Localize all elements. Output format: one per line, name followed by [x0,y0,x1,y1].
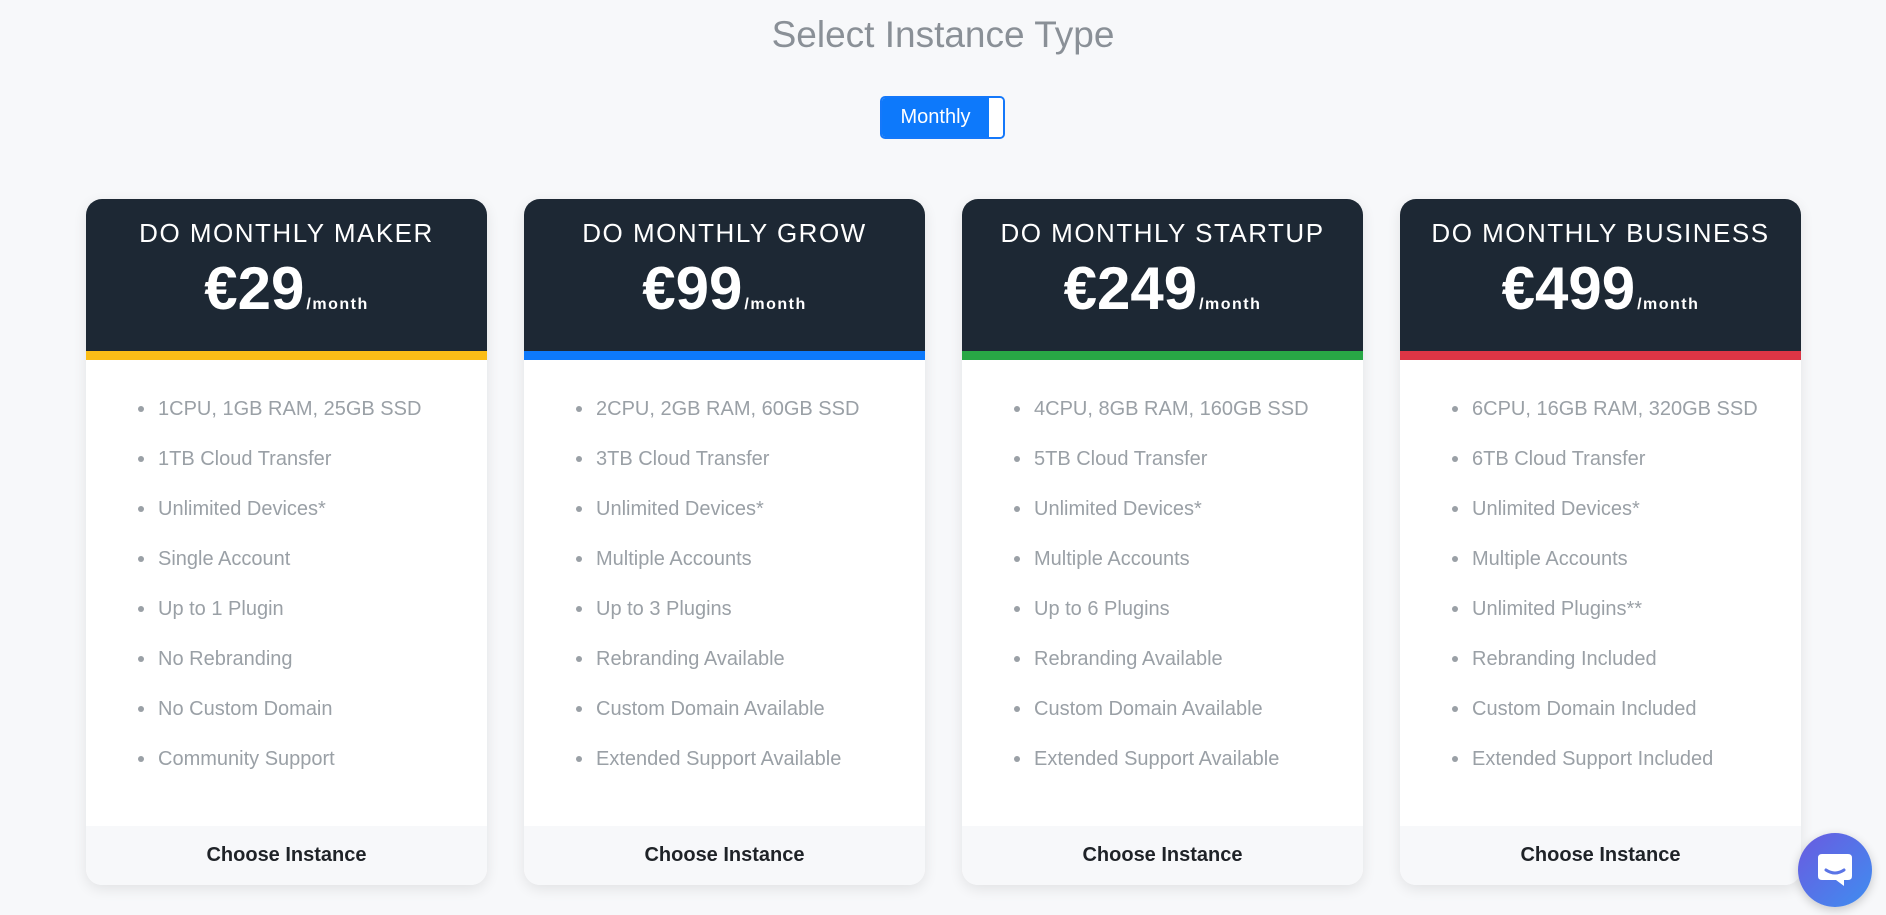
feature-item: Up to 6 Plugins [1014,597,1363,647]
chat-bubble-icon [1818,854,1852,886]
feature-item: 2CPU, 2GB RAM, 60GB SSD [576,397,925,447]
plan-price: €499 [1501,255,1636,322]
plan-cards: DO MONTHLY MAKER €29 /month 1CPU, 1GB RA… [86,199,1801,885]
price-period: /month [744,296,807,313]
feature-item: Rebranding Included [1452,647,1801,697]
plan-card-startup: DO MONTHLY STARTUP €249 /month 4CPU, 8GB… [962,199,1363,885]
feature-item: 4CPU, 8GB RAM, 160GB SSD [1014,397,1363,447]
plan-name: DO MONTHLY GROW [582,218,867,248]
pricing-page: Select Instance Type Monthly DO MONTHLY … [0,0,1886,915]
feature-item: 1TB Cloud Transfer [138,447,487,497]
feature-item: Unlimited Devices* [576,497,925,547]
feature-item: 1CPU, 1GB RAM, 25GB SSD [138,397,487,447]
feature-item: Unlimited Devices* [1452,497,1801,547]
choose-instance-button[interactable]: Choose Instance [86,826,487,885]
price-row: €99 /month [524,259,925,319]
plan-card-maker: DO MONTHLY MAKER €29 /month 1CPU, 1GB RA… [86,199,487,885]
feature-item: Multiple Accounts [1452,547,1801,597]
accent-bar [1400,351,1801,360]
feature-list: 6CPU, 16GB RAM, 320GB SSD 6TB Cloud Tran… [1400,360,1801,797]
feature-item: Up to 1 Plugin [138,597,487,647]
feature-item: 6CPU, 16GB RAM, 320GB SSD [1452,397,1801,447]
toggle-knob [989,98,1003,137]
feature-item: Multiple Accounts [576,547,925,597]
plan-price: €249 [1063,255,1198,322]
feature-list: 2CPU, 2GB RAM, 60GB SSD 3TB Cloud Transf… [524,360,925,797]
feature-item: Unlimited Devices* [138,497,487,547]
plan-header: DO MONTHLY STARTUP €249 /month [962,199,1363,351]
choose-instance-button[interactable]: Choose Instance [1400,826,1801,885]
feature-item: Single Account [138,547,487,597]
plan-card-business: DO MONTHLY BUSINESS €499 /month 6CPU, 16… [1400,199,1801,885]
price-row: €499 /month [1400,259,1801,319]
plan-name: DO MONTHLY BUSINESS [1431,218,1770,248]
billing-period-toggle[interactable]: Monthly [880,96,1005,139]
feature-item: Unlimited Plugins** [1452,597,1801,647]
feature-item: Rebranding Available [1014,647,1363,697]
feature-item: Custom Domain Included [1452,697,1801,747]
feature-item: No Rebranding [138,647,487,697]
plan-name: DO MONTHLY STARTUP [1000,218,1325,248]
price-row: €29 /month [86,259,487,319]
feature-item: Up to 3 Plugins [576,597,925,647]
price-period: /month [1637,296,1700,313]
plan-price: €29 [204,255,305,322]
feature-list: 4CPU, 8GB RAM, 160GB SSD 5TB Cloud Trans… [962,360,1363,797]
choose-instance-button[interactable]: Choose Instance [524,826,925,885]
plan-card-grow: DO MONTHLY GROW €99 /month 2CPU, 2GB RAM… [524,199,925,885]
chat-widget-button[interactable] [1798,833,1872,907]
price-period: /month [306,296,369,313]
feature-item: No Custom Domain [138,697,487,747]
plan-header: DO MONTHLY GROW €99 /month [524,199,925,351]
feature-item: 6TB Cloud Transfer [1452,447,1801,497]
accent-bar [524,351,925,360]
plan-price: €99 [642,255,743,322]
feature-item: Extended Support Included [1452,747,1801,797]
feature-item: Extended Support Available [1014,747,1363,797]
feature-item: Community Support [138,747,487,797]
plan-header: DO MONTHLY MAKER €29 /month [86,199,487,351]
feature-item: Custom Domain Available [576,697,925,747]
feature-list: 1CPU, 1GB RAM, 25GB SSD 1TB Cloud Transf… [86,360,487,797]
choose-instance-button[interactable]: Choose Instance [962,826,1363,885]
feature-item: Rebranding Available [576,647,925,697]
plan-name: DO MONTHLY MAKER [139,218,434,248]
plan-header: DO MONTHLY BUSINESS €499 /month [1400,199,1801,351]
feature-item: Multiple Accounts [1014,547,1363,597]
feature-item: 3TB Cloud Transfer [576,447,925,497]
feature-item: Unlimited Devices* [1014,497,1363,547]
billing-period-label: Monthly [882,98,989,137]
accent-bar [962,351,1363,360]
price-period: /month [1199,296,1262,313]
price-row: €249 /month [962,259,1363,319]
feature-item: 5TB Cloud Transfer [1014,447,1363,497]
feature-item: Custom Domain Available [1014,697,1363,747]
accent-bar [86,351,487,360]
page-title: Select Instance Type [771,14,1115,55]
feature-item: Extended Support Available [576,747,925,797]
